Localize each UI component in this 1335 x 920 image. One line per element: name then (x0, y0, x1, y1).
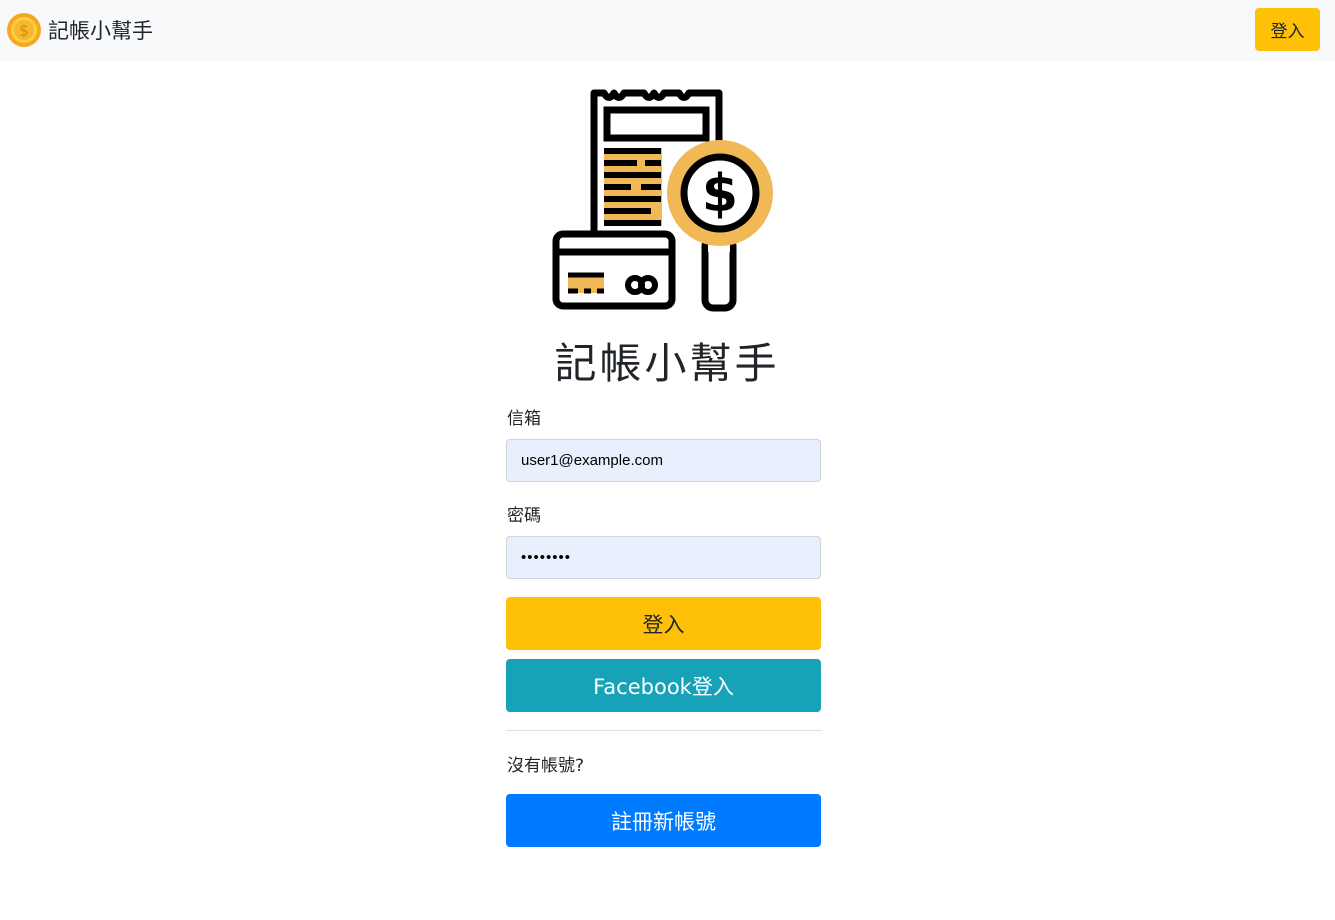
password-label: 密碼 (507, 506, 541, 526)
no-account-text: 沒有帳號? (507, 756, 585, 776)
brand-link[interactable]: $ 記帳小幫手 (6, 11, 153, 49)
navbar-login-button[interactable]: 登入 (1255, 8, 1320, 51)
register-button[interactable]: 註冊新帳號 (506, 794, 821, 847)
app-title: 記帳小幫手 (554, 339, 780, 388)
password-field[interactable] (506, 536, 821, 579)
email-label: 信箱 (507, 409, 541, 429)
email-field[interactable] (506, 439, 821, 482)
top-navbar: $ 記帳小幫手 登入 (0, 0, 1335, 61)
coin-dollar-icon: $ (7, 13, 41, 47)
brand-name: 記帳小幫手 (48, 19, 153, 43)
svg-text:$: $ (702, 164, 738, 224)
receipt-card-dollar-icon: $ (552, 89, 773, 312)
divider (506, 730, 822, 731)
login-button[interactable]: 登入 (506, 597, 821, 650)
svg-text:$: $ (19, 21, 29, 40)
facebook-login-button[interactable]: Facebook登入 (506, 659, 821, 712)
